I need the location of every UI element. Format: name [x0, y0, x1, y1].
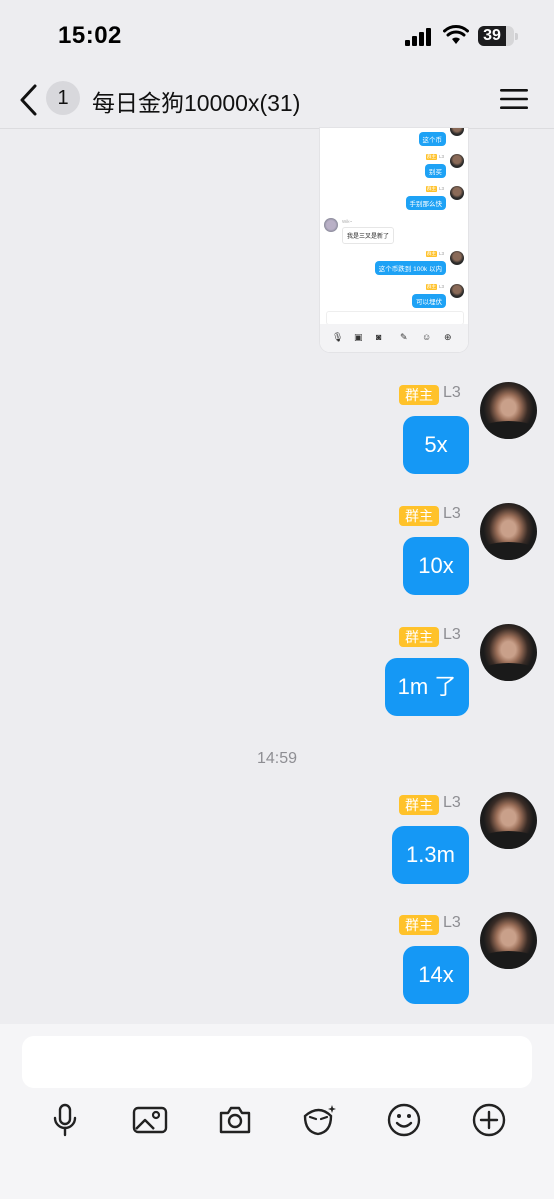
image-message-screenshot[interactable]: 这个币 群主 L3 别买 群主 L3 手别那么快 Wik~ 我是三叉是新了 群主 L3… — [320, 128, 468, 352]
avatar — [324, 218, 338, 232]
screenshot-message: 这个币跌到 100k 以内 — [374, 261, 446, 275]
chat-header: 1 每日金狗10000x(31) — [0, 72, 554, 129]
battery-icon: 39 — [478, 26, 518, 46]
message-bubble[interactable]: 5x — [403, 416, 469, 474]
screenshot-tag: 群主 L3 — [425, 284, 444, 290]
avatar[interactable] — [480, 382, 537, 439]
camera-icon[interactable] — [217, 1102, 253, 1138]
avatar — [450, 186, 464, 200]
screenshot-message: 别买 — [425, 164, 446, 178]
message-bubble[interactable]: 10x — [403, 537, 469, 595]
message-bubble[interactable]: 1m 了 — [385, 658, 469, 716]
chat-title: 每日金狗10000x(31) — [92, 90, 301, 116]
role-badge: 群主 — [399, 915, 439, 935]
emoji-icon[interactable] — [386, 1102, 422, 1138]
message-input[interactable] — [22, 1036, 532, 1088]
plus-icon: ⊕ — [444, 332, 452, 342]
message-timestamp: 14:59 — [256, 750, 298, 767]
screenshot-tag: 群主 L3 — [425, 251, 444, 257]
avatar — [450, 251, 464, 265]
image-icon: ▣ — [354, 332, 363, 342]
unread-count-badge[interactable]: 1 — [46, 81, 80, 115]
avatar[interactable] — [480, 792, 537, 849]
avatar[interactable] — [480, 624, 537, 681]
screenshot-incoming-message: 我是三叉是新了 — [342, 227, 395, 244]
sticker-icon[interactable] — [301, 1102, 337, 1138]
avatar — [450, 154, 464, 168]
cellular-signal-icon — [405, 28, 431, 46]
status-time: 15:02 — [58, 22, 122, 49]
role-badge: 群主 — [399, 385, 439, 405]
level-label: L3 — [443, 505, 461, 522]
level-label: L3 — [443, 914, 461, 931]
role-badge: 群主 — [399, 627, 439, 647]
screenshot-message: 手别那么快 — [405, 196, 446, 210]
screenshot-toolbar: 🎙︎ ▣ ◙ ✎ ☺ ⊕ — [320, 324, 468, 352]
screenshot-message: 这个币 — [418, 132, 446, 146]
sticker-icon: ✎ — [400, 332, 408, 342]
avatar — [450, 284, 464, 298]
battery-level: 39 — [478, 26, 506, 46]
plus-icon[interactable] — [471, 1102, 507, 1138]
level-label: L3 — [443, 626, 461, 643]
role-badge: 群主 — [399, 506, 439, 526]
composer — [0, 1024, 554, 1199]
avatar — [450, 128, 464, 136]
screenshot-sender-name: Wik~ — [342, 219, 353, 224]
wifi-icon — [443, 25, 469, 44]
level-label: L3 — [443, 384, 461, 401]
avatar[interactable] — [480, 912, 537, 969]
screenshot-tag: 群主 L3 — [425, 154, 444, 160]
image-icon[interactable] — [132, 1102, 168, 1138]
screenshot-tag: 群主 L3 — [425, 186, 444, 192]
back-chevron-icon[interactable] — [16, 82, 42, 118]
camera-icon: ◙ — [376, 332, 382, 342]
status-bar: 15:02 39 — [0, 0, 554, 72]
screenshot-message: 可以埋伏 — [412, 294, 446, 308]
emoji-icon: ☺ — [422, 332, 432, 342]
role-badge: 群主 — [399, 795, 439, 815]
level-label: L3 — [443, 794, 461, 811]
avatar[interactable] — [480, 503, 537, 560]
mic-icon[interactable] — [47, 1102, 83, 1138]
message-bubble[interactable]: 1.3m — [392, 826, 469, 884]
menu-icon[interactable] — [500, 87, 528, 111]
mic-icon: 🎙︎ — [332, 332, 344, 342]
message-bubble[interactable]: 14x — [403, 946, 469, 1004]
screenshot-input — [326, 311, 464, 325]
